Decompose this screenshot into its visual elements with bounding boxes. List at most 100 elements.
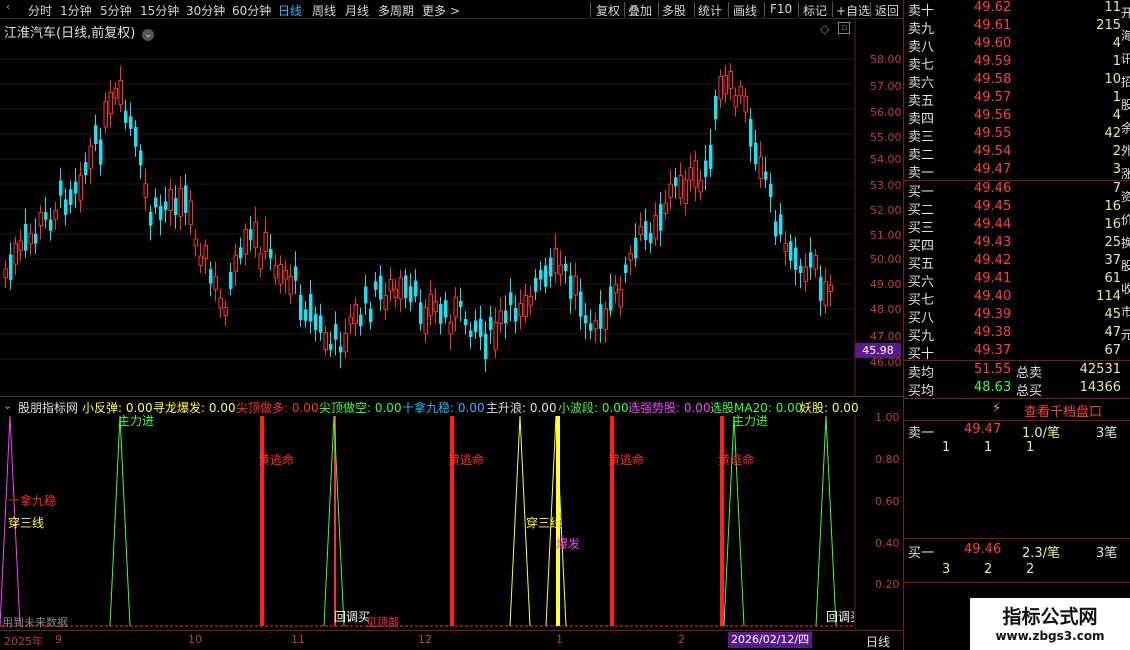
candle-body bbox=[683, 179, 688, 204]
candle-body bbox=[498, 310, 503, 325]
bid-row[interactable]: 买三 49.44 16 bbox=[904, 217, 1130, 236]
chevron-left-icon[interactable]: ‹ bbox=[6, 2, 10, 13]
candle-body bbox=[229, 271, 233, 290]
period-tab-more[interactable]: 更多 > bbox=[422, 2, 460, 19]
ask-row[interactable]: 卖七 49.59 1 bbox=[904, 54, 1130, 73]
candlestick-chart[interactable] bbox=[0, 19, 903, 396]
sell1-per-order: 1.0/笔 bbox=[1022, 426, 1061, 441]
bid-row[interactable]: 买八 49.39 45 bbox=[904, 307, 1130, 326]
statistics-button[interactable]: 统计 bbox=[698, 2, 722, 19]
level-volume: 2 bbox=[1112, 144, 1121, 159]
stock-name-title: 江淮汽车(日线,前复权) bbox=[4, 26, 136, 41]
price-tick-label: 51.00 bbox=[870, 229, 902, 242]
ask-row[interactable]: 卖六 49.58 10 bbox=[904, 72, 1130, 91]
candle-body bbox=[34, 233, 38, 244]
candle-body bbox=[549, 257, 553, 277]
candle-body bbox=[444, 300, 448, 318]
ask-row[interactable]: 卖四 49.56 4 bbox=[904, 108, 1130, 127]
level-label: 卖六 bbox=[908, 76, 935, 91]
period-tab-15min[interactable]: 15分钟 bbox=[140, 2, 179, 19]
ask-row[interactable]: 卖十 49.62 11 bbox=[904, 0, 1130, 19]
order-book-panel: 卖十 49.62 11 卖九 49.61 215 卖八 49.60 4 卖七 49.59 1 卖六 49.… bbox=[903, 0, 1130, 650]
candle-body bbox=[428, 294, 433, 317]
bid-row[interactable]: 买四 49.43 25 bbox=[904, 235, 1130, 254]
candle-body bbox=[243, 228, 248, 255]
period-tab-weekly[interactable]: 周线 bbox=[312, 2, 336, 19]
level-volume: 16 bbox=[1104, 199, 1121, 214]
price-tick-label: 49.00 bbox=[870, 278, 902, 291]
adjust-button[interactable]: 复权 bbox=[596, 2, 620, 19]
period-tab-monthly[interactable]: 月线 bbox=[345, 2, 369, 19]
ask-row[interactable]: 卖三 49.55 42 bbox=[904, 126, 1130, 145]
f10-button[interactable]: F10 bbox=[770, 2, 792, 16]
period-tab-daily[interactable]: 日线 bbox=[278, 2, 302, 19]
level-volume: 11 bbox=[1104, 0, 1121, 15]
candle-body bbox=[628, 253, 633, 261]
level-label: 买一 bbox=[908, 185, 935, 200]
overlay-button[interactable]: 叠加 bbox=[628, 2, 652, 19]
bid-row[interactable]: 买五 49.42 37 bbox=[904, 253, 1130, 272]
bid-row[interactable]: 买十 49.37 67 bbox=[904, 343, 1130, 362]
collapse-box-icon[interactable]: ▫ bbox=[838, 22, 850, 34]
period-tab-5min[interactable]: 5分钟 bbox=[100, 2, 132, 19]
price-tick-label: 57.00 bbox=[870, 80, 902, 93]
multi-stock-button[interactable]: 多股 bbox=[662, 2, 686, 19]
side-column-char: 股 bbox=[1121, 259, 1130, 273]
candle-body bbox=[258, 253, 263, 270]
period-tab-intraday[interactable]: 分时 bbox=[28, 2, 52, 19]
ask-row[interactable]: 卖五 49.57 1 bbox=[904, 90, 1130, 109]
draw-line-button[interactable]: 画线 bbox=[733, 2, 757, 19]
side-column-char: 招 bbox=[1121, 75, 1130, 89]
buy1-detail-price: 49.46 bbox=[964, 542, 1002, 557]
bid-row[interactable]: 买二 49.45 16 bbox=[904, 199, 1130, 218]
annotation-escape-1: 黄逃命 bbox=[258, 453, 295, 467]
candle-body bbox=[53, 209, 58, 220]
bid-row[interactable]: 买六 49.41 61 bbox=[904, 271, 1130, 290]
candle-body bbox=[439, 304, 443, 324]
buy1-order-count: 3笔 bbox=[1096, 546, 1118, 561]
avg-sell-label: 卖均 bbox=[908, 366, 935, 381]
truncated-side-column: 开海讯招股余外涨资价换股收市元 bbox=[1121, 0, 1130, 360]
add-watchlist-button[interactable]: +自选 bbox=[836, 2, 870, 19]
ask-row[interactable]: 卖八 49.60 4 bbox=[904, 36, 1130, 55]
period-indicator[interactable]: 日线 bbox=[866, 633, 890, 650]
sell1-detail-price: 49.47 bbox=[964, 422, 1002, 437]
chart-title: 江淮汽车(日线,前复权) ⌄ bbox=[4, 22, 155, 41]
level-volume: 37 bbox=[1104, 253, 1121, 268]
period-tab-multi[interactable]: 多周期 bbox=[378, 2, 414, 19]
candle-body bbox=[553, 248, 558, 274]
candle-body bbox=[599, 304, 603, 329]
candle-body bbox=[38, 211, 43, 227]
candle-body bbox=[794, 247, 798, 270]
toolbar-divider bbox=[832, 2, 833, 17]
ask-row[interactable]: 卖二 49.54 2 bbox=[904, 144, 1130, 163]
diamond-icon[interactable]: ◇ bbox=[820, 22, 829, 36]
candle-body bbox=[203, 245, 208, 259]
back-button[interactable]: 返回 bbox=[875, 2, 899, 19]
period-tab-1min[interactable]: 1分钟 bbox=[60, 2, 92, 19]
signal-bar bbox=[720, 416, 724, 626]
candle-body bbox=[783, 242, 788, 252]
candle-body bbox=[828, 284, 833, 292]
side-column-char: 涨 bbox=[1121, 167, 1130, 181]
annotation-main-force-2: 主力进 bbox=[732, 414, 769, 428]
period-tab-30min[interactable]: 30分钟 bbox=[186, 2, 225, 19]
indicator-tick-label: 0.40 bbox=[875, 537, 900, 550]
period-tab-60min[interactable]: 60分钟 bbox=[232, 2, 271, 19]
mark-button[interactable]: 标记 bbox=[803, 2, 827, 19]
price-tick-label: 48.00 bbox=[870, 303, 902, 316]
bid-row[interactable]: 买一 49.46 7 bbox=[904, 181, 1130, 200]
indicator-menu-icon[interactable]: ⌄ bbox=[3, 399, 12, 412]
ask-row[interactable]: 卖一 49.47 3 bbox=[904, 162, 1130, 181]
buy1-detail-row: 买一 49.46 2.3/笔 3笔 bbox=[904, 542, 1130, 561]
watermark-title: 指标公式网 bbox=[1002, 606, 1098, 628]
total-sell-label: 总卖 bbox=[1016, 366, 1043, 381]
indicator-chart[interactable] bbox=[0, 414, 903, 630]
bid-row[interactable]: 买七 49.40 114 bbox=[904, 289, 1130, 308]
level-volume: 3 bbox=[1112, 162, 1121, 177]
indicator-tick-label: 1.00 bbox=[875, 411, 900, 424]
view-depth-button[interactable]: 查看千档盘口 bbox=[1024, 401, 1102, 420]
dropdown-chevron-icon[interactable]: ⌄ bbox=[142, 29, 155, 41]
bid-row[interactable]: 买九 49.38 47 bbox=[904, 325, 1130, 344]
ask-row[interactable]: 卖九 49.61 215 bbox=[904, 18, 1130, 37]
